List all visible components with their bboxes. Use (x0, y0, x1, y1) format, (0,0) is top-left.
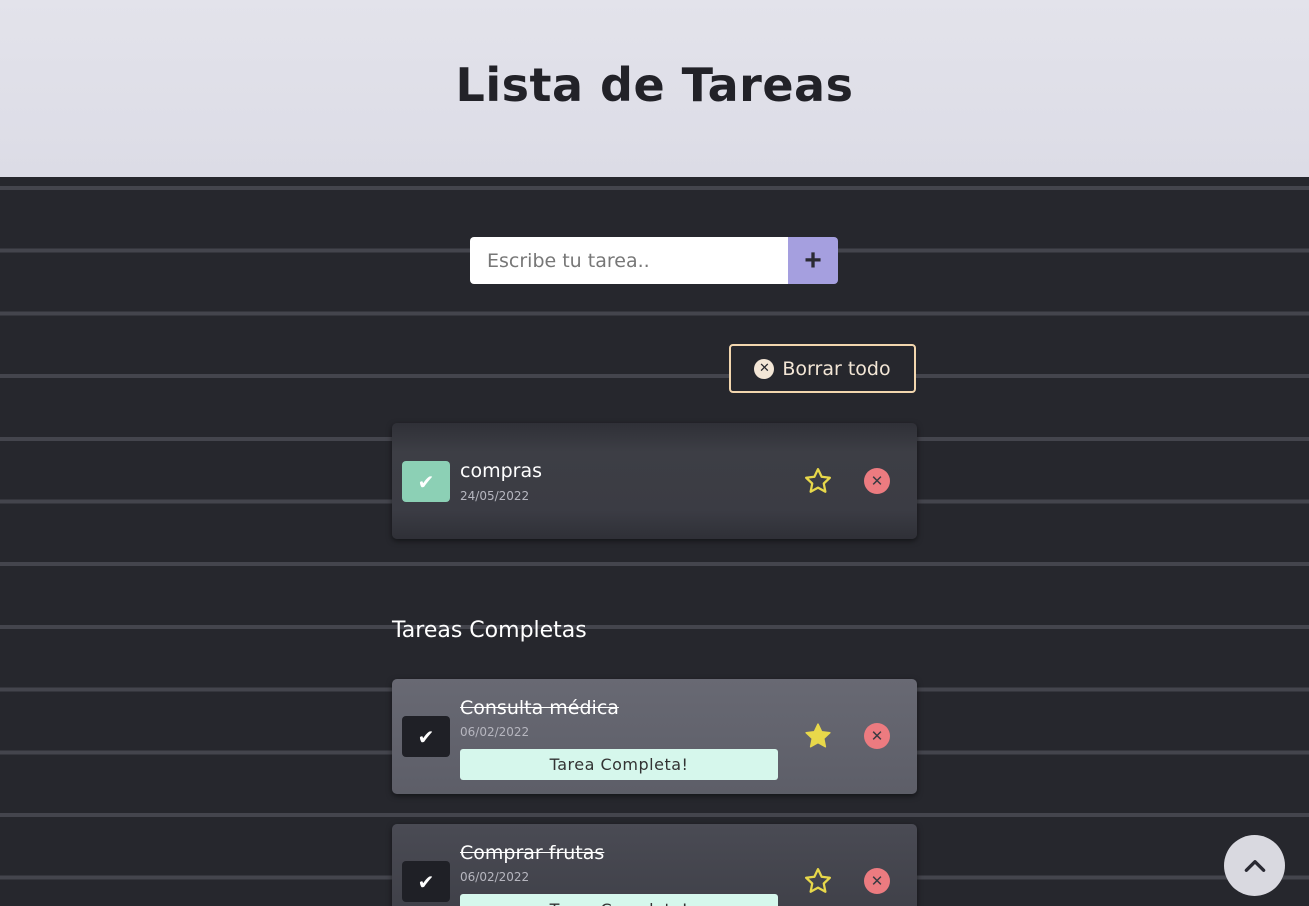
delete-task-button[interactable]: ✕ (864, 723, 890, 749)
task-input[interactable] (470, 237, 788, 284)
delete-task-button[interactable]: ✕ (864, 868, 890, 894)
star-filled-icon (805, 723, 831, 748)
favorite-star-button[interactable] (802, 865, 834, 897)
task-title: compras (460, 460, 542, 482)
task-title: Comprar frutas (460, 842, 605, 864)
x-circle-icon: ✕ (754, 358, 775, 379)
clear-all-label: Borrar todo (782, 357, 891, 380)
task-title: Consulta médica (460, 697, 619, 719)
task-date: 24/05/2022 (460, 489, 530, 503)
star-outline-icon (805, 868, 831, 893)
add-task-button[interactable]: + (788, 237, 838, 284)
close-icon: ✕ (870, 472, 884, 490)
check-icon: ✔ (417, 724, 435, 749)
completed-task-card: ✔ Comprar frutas 06/02/2022 Tarea Comple… (392, 824, 917, 906)
check-icon: ✔ (417, 469, 435, 494)
scroll-to-top-button[interactable] (1224, 835, 1285, 896)
close-icon: ✕ (870, 872, 884, 890)
star-outline-icon (805, 468, 831, 493)
task-date: 06/02/2022 (460, 725, 530, 739)
task-complete-badge: Tarea Completa! (460, 894, 778, 906)
close-icon: ✕ (870, 727, 884, 745)
task-card: ✔ compras 24/05/2022 ✕ (392, 423, 917, 539)
uncomplete-task-checkbox[interactable]: ✔ (402, 716, 450, 757)
page-header: Lista de Tareas (0, 0, 1309, 177)
uncomplete-task-checkbox[interactable]: ✔ (402, 861, 450, 902)
page-title: Lista de Tareas (455, 57, 854, 112)
completed-section-title: Tareas Completas (392, 618, 587, 643)
task-date: 06/02/2022 (460, 870, 530, 884)
add-task-form: + (470, 237, 838, 284)
favorite-star-button[interactable] (802, 720, 834, 752)
completed-task-card: ✔ Consulta médica 06/02/2022 Tarea Compl… (392, 679, 917, 794)
check-icon: ✔ (417, 869, 435, 894)
favorite-star-button[interactable] (802, 465, 834, 497)
task-complete-badge: Tarea Completa! (460, 749, 778, 780)
complete-task-checkbox[interactable]: ✔ (402, 461, 450, 502)
chevron-up-icon (1244, 859, 1265, 872)
delete-task-button[interactable]: ✕ (864, 468, 890, 494)
page-background (0, 177, 1309, 906)
clear-all-button[interactable]: ✕ Borrar todo (729, 344, 916, 393)
